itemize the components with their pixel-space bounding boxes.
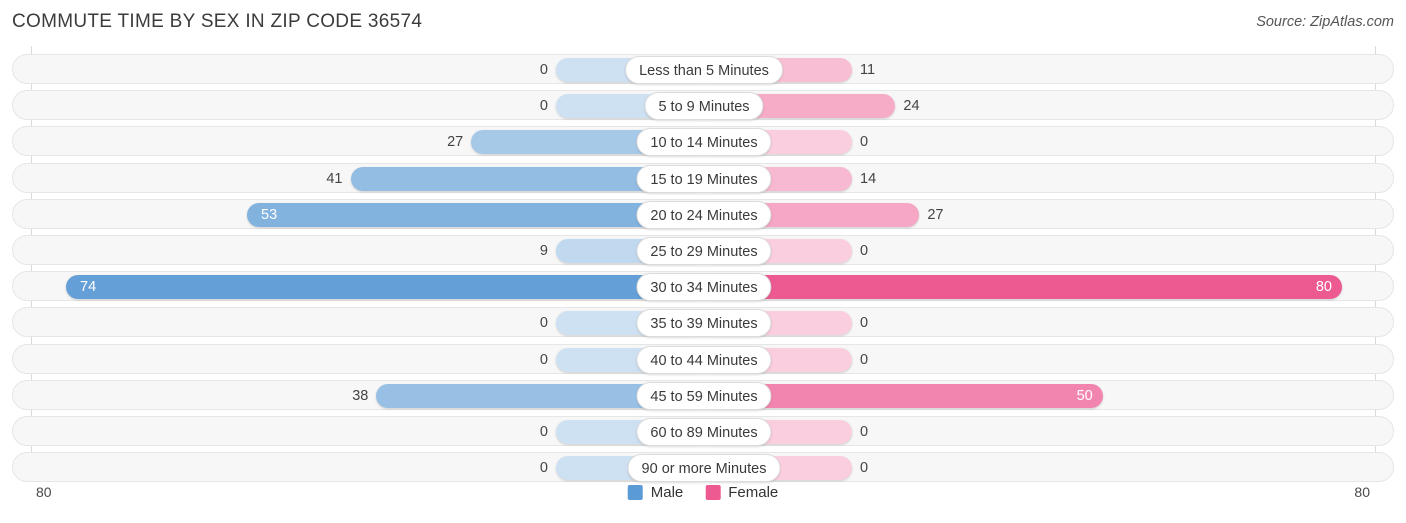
bar-value-female: 14 [860, 170, 877, 187]
axis-tick-right: 80 [1354, 484, 1370, 500]
category-label: 15 to 19 Minutes [636, 164, 772, 193]
table-row[interactable]: 0 0 60 to 89 Minutes [12, 416, 1394, 446]
table-row[interactable]: 53 27 20 to 24 Minutes [12, 198, 1394, 229]
category-label: 40 to 44 Minutes [636, 345, 772, 374]
table-row[interactable]: 41 14 15 to 19 Minutes [12, 162, 1394, 193]
bar-value-male: 74 [80, 279, 97, 296]
table-row[interactable]: 74 80 30 to 34 Minutes [12, 271, 1394, 302]
bar-value-male: 0 [539, 62, 548, 78]
legend-item-male[interactable]: Male [627, 484, 684, 501]
bar-value-male: 0 [539, 98, 548, 115]
bar-value-female: 0 [860, 315, 869, 332]
legend-label-male: Male [650, 484, 684, 501]
bar-value-female: 0 [860, 351, 869, 368]
axis-tick-left: 80 [36, 484, 52, 500]
category-label: 30 to 34 Minutes [636, 273, 772, 302]
table-row[interactable]: 27 0 10 to 14 Minutes [12, 126, 1394, 157]
bar-value-male: 0 [539, 315, 548, 332]
chart-header: COMMUTE TIME BY SEX IN ZIP CODE 36574 So… [0, 0, 1406, 46]
page-title: COMMUTE TIME BY SEX IN ZIP CODE 36574 [12, 11, 423, 32]
category-label: 20 to 24 Minutes [636, 200, 772, 229]
table-row[interactable]: 0 11 Less than 5 Minutes [12, 54, 1394, 84]
bar-female[interactable] [704, 275, 1342, 300]
source-attribution: Source: ZipAtlas.com [1256, 14, 1394, 30]
legend-label-female: Female [728, 484, 779, 501]
table-row[interactable]: 9 0 25 to 29 Minutes [12, 235, 1394, 265]
bar-value-female: 11 [860, 62, 876, 78]
table-row[interactable]: 0 0 40 to 44 Minutes [12, 343, 1394, 374]
category-label: 35 to 39 Minutes [636, 309, 772, 338]
category-label: 60 to 89 Minutes [636, 418, 772, 446]
table-row[interactable]: 0 24 5 to 9 Minutes [12, 90, 1394, 121]
table-row[interactable]: 38 50 45 to 59 Minutes [12, 379, 1394, 410]
bar-value-male: 38 [352, 387, 369, 404]
category-label: 45 to 59 Minutes [636, 381, 772, 410]
legend-swatch-male-icon [627, 485, 643, 500]
legend-swatch-female-icon [705, 485, 721, 500]
bar-value-female: 24 [903, 98, 920, 115]
bar-value-male: 0 [539, 424, 548, 440]
commute-time-chart: COMMUTE TIME BY SEX IN ZIP CODE 36574 So… [0, 0, 1406, 523]
chart-footer: 80 80 Male Female [0, 478, 1406, 523]
bar-value-male: 9 [539, 243, 548, 259]
bar-value-male: 0 [539, 351, 548, 368]
legend-item-female[interactable]: Female [705, 484, 778, 501]
category-label: Less than 5 Minutes [625, 56, 783, 84]
bar-value-female: 0 [860, 243, 869, 259]
category-label: 5 to 9 Minutes [644, 92, 764, 121]
bar-value-female: 0 [860, 134, 869, 151]
bar-value-male: 53 [261, 206, 278, 223]
category-label: 25 to 29 Minutes [636, 237, 772, 265]
bar-value-male: 41 [326, 170, 343, 187]
bar-value-female: 80 [1315, 279, 1332, 296]
bar-male[interactable] [66, 275, 704, 300]
category-label: 10 to 14 Minutes [636, 128, 772, 157]
plot-area: 0 11 Less than 5 Minutes 0 24 5 to 9 Minutes 2… [0, 46, 1406, 483]
bar-value-male: 27 [447, 134, 464, 151]
bar-value-female: 27 [927, 206, 944, 223]
bar-value-female: 50 [1076, 387, 1093, 404]
table-row[interactable]: 0 0 35 to 39 Minutes [12, 307, 1394, 338]
bar-value-female: 0 [860, 424, 869, 440]
legend: Male Female [627, 484, 778, 501]
